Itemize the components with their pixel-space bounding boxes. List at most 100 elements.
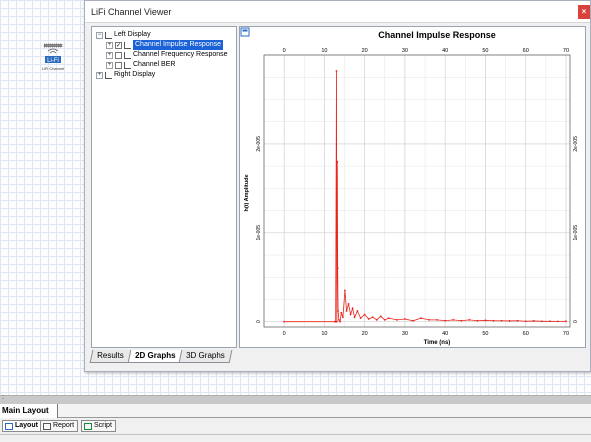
y-tick-label: 1e-005 (573, 225, 579, 241)
tree-item-channel-ber[interactable]: + Channel BER (106, 60, 175, 70)
panel-icon[interactable] (240, 27, 250, 37)
window-title: LiFi Channel Viewer (91, 7, 172, 17)
scroll-mark: : (2, 394, 4, 401)
x-tick-label: 10 (321, 48, 327, 54)
axes-icon (105, 31, 112, 39)
data-point (345, 310, 348, 312)
layout-icon (5, 422, 13, 430)
divider (0, 434, 591, 435)
expand-icon[interactable]: + (96, 71, 103, 79)
data-point (349, 313, 352, 316)
script-icon (84, 422, 92, 430)
expand-icon[interactable]: + (106, 41, 113, 49)
data-point (335, 70, 338, 72)
horizontal-scrollbar[interactable]: : (0, 394, 591, 404)
main-tab-row: Main Layout (0, 404, 591, 418)
data-point (339, 320, 341, 323)
data-point (344, 289, 346, 292)
expand-icon[interactable]: + (106, 51, 113, 59)
data-point (444, 319, 447, 322)
chart-panel: Channel Impulse Response 0 0 10 10 20 20 30 30 4… (239, 26, 586, 348)
y-tick-label: 1e-005 (256, 225, 262, 241)
tree-item-channel-frequency-response[interactable]: + Channel Frequency Response (106, 50, 228, 60)
data-point (460, 319, 463, 322)
data-point (363, 313, 366, 316)
checkbox[interactable] (115, 61, 122, 69)
data-point (420, 317, 422, 320)
tab-results[interactable]: Results (89, 350, 132, 363)
lifi-channel-icon: Li-Fi (43, 43, 63, 64)
x-tick-label: 40 (442, 48, 448, 54)
data-point (476, 319, 479, 322)
tab-label: 3D Graphs (186, 351, 225, 360)
collapse-icon[interactable]: − (96, 31, 103, 39)
x-tick-label: 20 (362, 331, 368, 337)
tab-label: 2D Graphs (134, 351, 176, 360)
data-point (395, 318, 398, 321)
data-point (342, 316, 344, 319)
data-point (436, 318, 439, 321)
tree-item-right-display[interactable]: + Right Display (96, 70, 155, 80)
data-point (375, 318, 378, 321)
view-switcher: Layout Report Script (0, 418, 591, 442)
tab-main-layout[interactable]: Main Layout (0, 404, 58, 418)
x-tick-label: 70 (563, 331, 569, 337)
data-point (548, 320, 551, 323)
display-tree: − Left Display + ✓ Channel Impulse Respo… (91, 26, 237, 348)
data-point (492, 319, 495, 322)
x-tick-label: 0 (283, 331, 286, 337)
graph-icon (124, 41, 131, 49)
data-point (347, 302, 350, 305)
data-point (336, 160, 339, 163)
tree-item-left-display[interactable]: − Left Display (96, 30, 151, 40)
x-tick-label: 10 (321, 331, 327, 337)
y-tick-label: 2e-005 (573, 136, 579, 152)
data-point (387, 317, 390, 320)
checkbox-checked[interactable]: ✓ (115, 41, 122, 49)
report-button[interactable]: Report (40, 420, 79, 432)
tab-2d-graphs[interactable]: 2D Graphs (127, 350, 183, 363)
tab-3d-graphs[interactable]: 3D Graphs (178, 350, 233, 363)
graph-icon (124, 51, 131, 59)
report-icon (43, 422, 51, 430)
button-label: Script (94, 422, 112, 429)
expand-icon[interactable]: + (106, 61, 113, 69)
data-point (337, 310, 339, 312)
data-point (336, 267, 339, 270)
data-point (356, 310, 359, 312)
y-axis-label: h(t) Amplitude (244, 174, 250, 211)
data-point (359, 317, 362, 320)
button-label: Report (53, 422, 75, 429)
data-point (353, 316, 356, 319)
x-tick-label: 0 (283, 48, 286, 54)
data-point (508, 320, 511, 322)
window-titlebar[interactable]: LiFi Channel Viewer × (85, 1, 590, 23)
checkbox[interactable] (115, 51, 122, 59)
data-point (337, 318, 340, 321)
script-button[interactable]: Script (81, 420, 116, 432)
data-point (532, 320, 535, 322)
x-tick-label: 60 (523, 331, 529, 337)
data-point (404, 318, 406, 320)
x-tick-label: 70 (563, 48, 569, 54)
impulse-response-chart[interactable]: Channel Impulse Response 0 0 10 10 20 20 30 30 4… (240, 27, 585, 347)
data-point (540, 320, 543, 323)
data-point (379, 315, 382, 318)
view-tabs: Results 2D Graphs 3D Graphs (89, 350, 233, 364)
close-button[interactable]: × (578, 5, 590, 19)
chart-title: Channel Impulse Response (378, 30, 496, 40)
x-axis-label: Time (ns) (424, 340, 451, 346)
tree-item-channel-impulse-response[interactable]: + ✓ Channel Impulse Response (106, 40, 223, 50)
tree-item-label: Left Display (114, 31, 151, 38)
data-point (412, 319, 414, 322)
layout-button[interactable]: Layout (2, 420, 42, 432)
lifi-channel-component[interactable]: Li-Fi LiFi Channel (28, 42, 78, 74)
x-tick-label: 50 (482, 48, 488, 54)
data-point (428, 318, 430, 321)
data-point (367, 318, 370, 320)
x-tick-label: 20 (362, 48, 368, 54)
lifi-channel-viewer-window: LiFi Channel Viewer × − Left Display + ✓… (84, 0, 591, 372)
data-point (565, 320, 567, 323)
x-tick-label: 50 (482, 331, 488, 337)
tab-label: Results (97, 351, 124, 360)
